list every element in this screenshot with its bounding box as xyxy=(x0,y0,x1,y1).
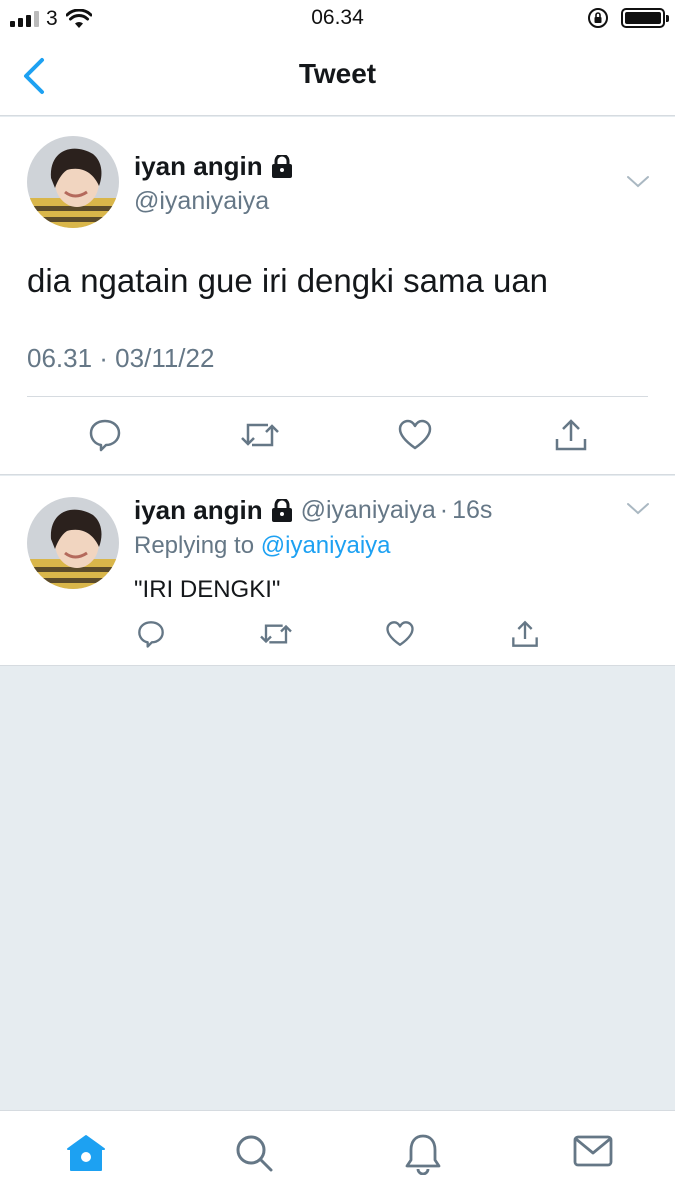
like-icon[interactable] xyxy=(385,619,415,649)
home-icon[interactable] xyxy=(65,1133,107,1173)
lock-icon xyxy=(271,154,292,178)
like-icon[interactable] xyxy=(397,417,433,453)
search-icon[interactable] xyxy=(234,1133,274,1173)
display-name[interactable]: iyan angin xyxy=(134,495,263,526)
reply-icon[interactable] xyxy=(136,619,166,649)
reply-icon[interactable] xyxy=(87,417,123,453)
tweet-timestamp: 06.31 · 03/11/22 xyxy=(27,343,215,373)
battery-icon xyxy=(621,8,669,28)
tweet-text: dia ngatain gue iri dengki sama uan xyxy=(27,262,549,299)
status-time: 06.34 xyxy=(311,6,364,29)
user-handle[interactable]: @iyaniyaiya xyxy=(134,187,269,216)
notifications-icon[interactable] xyxy=(404,1133,442,1175)
messages-icon[interactable] xyxy=(573,1133,613,1169)
avatar[interactable] xyxy=(27,136,119,228)
main-tweet: iyan angin @iyaniyaiya dia ngatain gue i… xyxy=(0,117,675,475)
mention-link[interactable]: @iyaniyaiya xyxy=(261,532,391,559)
reply-tweet[interactable]: iyan angin @iyaniyaiya · 16s Replying to… xyxy=(0,476,675,666)
status-right xyxy=(587,7,669,29)
status-bar: 3 06.34 xyxy=(0,0,675,36)
share-icon[interactable] xyxy=(510,619,540,649)
tweet-text: "IRI DENGKI" xyxy=(134,576,281,603)
replying-prefix: Replying to xyxy=(134,532,255,559)
page-title: Tweet xyxy=(298,58,377,89)
retweet-icon[interactable] xyxy=(240,417,280,453)
user-handle[interactable]: @iyaniyaiya xyxy=(301,496,436,525)
lock-icon xyxy=(271,498,292,522)
retweet-icon[interactable] xyxy=(259,619,293,649)
separator-dot: · xyxy=(439,496,449,524)
tweet-age: 16s xyxy=(452,496,493,524)
avatar[interactable] xyxy=(27,497,119,589)
chevron-down-icon[interactable] xyxy=(626,502,650,516)
chevron-down-icon[interactable] xyxy=(626,175,650,189)
replying-to: Replying to @iyaniyaiya xyxy=(134,532,391,560)
orientation-lock-icon xyxy=(588,8,608,28)
divider xyxy=(27,396,648,397)
share-icon[interactable] xyxy=(553,417,589,453)
reply-header: iyan angin @iyaniyaiya · 16s xyxy=(134,495,492,526)
tab-bar xyxy=(0,1110,675,1200)
display-name-label: iyan angin xyxy=(134,151,263,181)
display-name[interactable]: iyan angin xyxy=(134,151,293,182)
navigation-bar: Tweet xyxy=(0,36,675,116)
